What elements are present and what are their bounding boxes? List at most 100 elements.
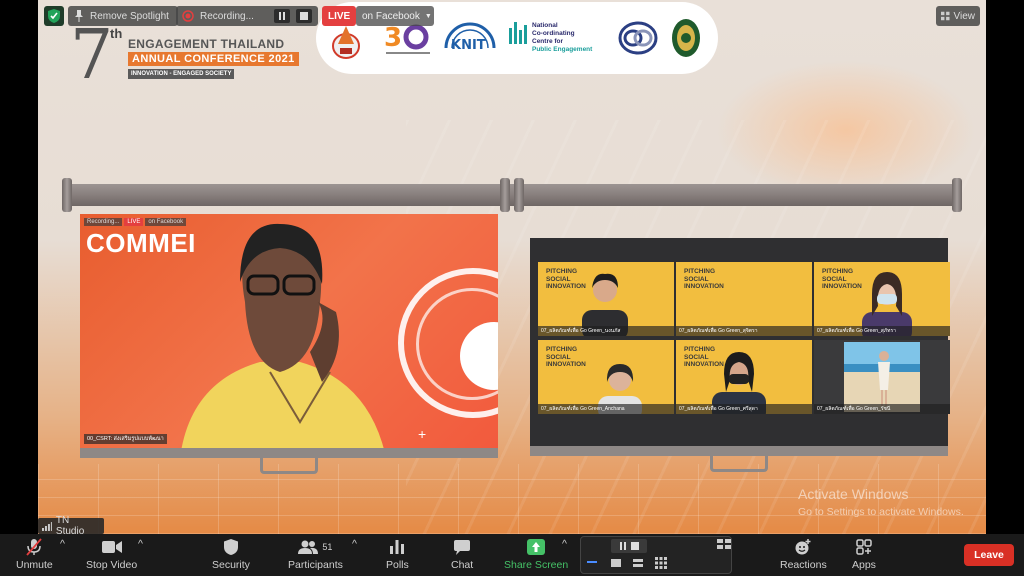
apps-icon xyxy=(856,539,872,555)
svg-text:3: 3 xyxy=(384,23,402,53)
rod-cap-right xyxy=(952,178,962,212)
live-badge: LIVE xyxy=(322,6,357,26)
ncc-text: National Co-ordinating Centre for Public… xyxy=(532,22,593,53)
apps-label: Apps xyxy=(852,559,876,571)
participants-count: 51 xyxy=(322,542,333,552)
gallery-tile: PITCHING SOCIAL INNOVATION 07_ผลิตภัณฑ์เพื… xyxy=(538,340,674,414)
participants-label: Participants xyxy=(288,559,343,571)
conference-line-3: INNOVATION - ENGAGED SOCIETY xyxy=(128,69,235,79)
recording-indicator: Recording... xyxy=(176,6,318,26)
gallery-tile: PITCHING SOCIAL INNOVATION 07_ผลิตภัณฑ์เพื… xyxy=(538,262,674,336)
microphone-muted-icon xyxy=(26,538,43,556)
conference-number-suffix: th xyxy=(110,26,123,41)
video-camera-icon xyxy=(101,541,122,553)
reactions-button[interactable]: Reactions xyxy=(780,538,827,571)
recording-dot-icon xyxy=(182,10,194,22)
shield-icon xyxy=(223,539,238,555)
participant-name: 07_ผลิตภัณฑ์เพื่อ Go Green_สุจิตรา xyxy=(676,326,812,336)
knit-logo: KNIT xyxy=(444,22,496,53)
apps-button[interactable]: Apps xyxy=(852,538,876,571)
grid-view-icon xyxy=(941,11,950,21)
participants-options-caret-icon[interactable]: ^ xyxy=(352,538,357,550)
gallery-layout-icon[interactable] xyxy=(717,539,731,549)
screen-hanging-rod xyxy=(66,184,958,206)
share-screen-button[interactable]: Share Screen xyxy=(504,538,568,571)
audio-options-caret-icon[interactable]: ^ xyxy=(60,538,65,550)
share-options-caret-icon[interactable]: ^ xyxy=(562,538,567,550)
facebook-live-dropdown[interactable]: on Facebook ▼ xyxy=(356,6,434,26)
ncc-bars-icon xyxy=(509,22,527,44)
participant-name: 07_ผลิตภัณฑ์เพื่อ Go Green_รัชนี xyxy=(814,404,950,414)
pin-icon xyxy=(75,10,83,22)
leave-button[interactable]: Leave xyxy=(964,544,1014,566)
participant-name: 07_ผลิตภัณฑ์เพื่อ Go Green_สุภัทรา xyxy=(814,326,950,336)
gallery-tile: PITCHING SOCIAL INNOVATION 07_ผลิตภัณฑ์เพื… xyxy=(676,262,812,336)
unmute-button[interactable]: Unmute xyxy=(16,538,53,571)
conference-line-1: ENGAGEMENT THAILAND xyxy=(128,37,285,51)
gallery-tile: 07_ผลิตภัณฑ์เพื่อ Go Green_รัชนี xyxy=(814,340,950,414)
conference-line-2: ANNUAL CONFERENCE 2021 xyxy=(128,52,299,66)
presenter-video xyxy=(181,223,384,448)
share-pause-stop-group[interactable] xyxy=(611,539,647,553)
screen-stand-left xyxy=(260,458,318,474)
decor-plus: + xyxy=(418,426,427,442)
security-label: Security xyxy=(212,559,250,571)
university-seal-logo xyxy=(332,26,360,59)
shared-screen-stage: 7 th ENGAGEMENT THAILAND ANNUAL CONFEREN… xyxy=(38,0,986,534)
polls-label: Polls xyxy=(386,559,409,571)
video-options-caret-icon[interactable]: ^ xyxy=(138,538,143,550)
stop-video-button[interactable]: Stop Video xyxy=(86,538,137,571)
meeting-toolbar: Unmute ^ Stop Video ^ Security 51 Partic… xyxy=(0,534,1024,576)
main-speaker-name: 00_CSRT: ส่งเสริมรูปแบบพัฒนา xyxy=(84,434,167,444)
pause-recording-button[interactable] xyxy=(274,9,290,23)
unmute-label: Unmute xyxy=(16,559,53,571)
pause-icon xyxy=(620,542,626,550)
self-view-name-tag: TN Studio xyxy=(38,515,104,537)
participants-button[interactable]: 51 Participants xyxy=(288,538,343,571)
polls-button[interactable]: Polls xyxy=(386,538,409,571)
smiley-plus-icon xyxy=(795,539,811,555)
view-button[interactable]: View xyxy=(936,6,980,26)
conference-number: 7 xyxy=(70,16,114,95)
reactions-label: Reactions xyxy=(780,559,827,571)
facebook-live-label: on Facebook xyxy=(362,10,420,22)
active-indicator-line xyxy=(587,561,597,563)
gallery-screen: PITCHING SOCIAL INNOVATION 07_ผลิตภัณฑ์เพื… xyxy=(530,238,950,456)
view-label: View xyxy=(953,10,976,22)
recording-label: Recording... xyxy=(200,10,254,22)
participant-name: 07_ผลิตภัณฑ์เพื่อ Go Green_Anchana xyxy=(538,404,674,414)
remove-spotlight-button[interactable]: Remove Spotlight xyxy=(68,6,178,26)
gallery-tile: PITCHING SOCIAL INNOVATION 07_ผลิตภัณฑ์เพื… xyxy=(814,262,950,336)
stop-video-label: Stop Video xyxy=(86,559,138,571)
green-emblem-logo xyxy=(672,19,700,57)
signal-bars-icon xyxy=(42,521,52,531)
tile-slide-text: PITCHING SOCIAL INNOVATION xyxy=(684,268,724,290)
ncc-public-engagement-logo: National Co-ordinating Centre for Public… xyxy=(508,20,612,56)
stop-icon xyxy=(631,542,639,550)
bar-chart-icon xyxy=(390,540,405,554)
stop-recording-button[interactable] xyxy=(296,9,312,23)
activate-windows-watermark: Activate Windows Go to Settings to activ… xyxy=(798,486,964,518)
side-by-side-icon[interactable] xyxy=(633,559,643,567)
rod-cap-middle-left xyxy=(500,178,510,212)
chat-button[interactable]: Chat xyxy=(451,538,473,571)
tile-slide-text: PITCHING SOCIAL INNOVATION xyxy=(546,346,586,368)
people-icon xyxy=(298,540,319,554)
gallery-tile: PITCHING SOCIAL INNOVATION 07_ผลิตภัณฑ์เพื… xyxy=(676,340,812,414)
chain-link-logo xyxy=(618,21,658,55)
security-shield-badge[interactable] xyxy=(44,6,64,26)
pause-icon xyxy=(279,12,285,20)
knit-logo-text: KNIT xyxy=(451,38,486,53)
grid-icon[interactable] xyxy=(655,557,667,569)
participant-beach-video xyxy=(844,342,920,412)
stop-icon xyxy=(300,12,308,20)
security-button[interactable]: Security xyxy=(212,538,250,571)
remove-spotlight-label: Remove Spotlight xyxy=(90,10,169,22)
chat-bubble-icon xyxy=(454,539,471,555)
rod-cap-left xyxy=(62,178,72,212)
speaker-layout-icon[interactable] xyxy=(611,559,621,567)
main-speaker-screen: + COMMEI Recording... LIVE on Facebook 0… xyxy=(80,214,498,458)
chevron-down-icon: ▼ xyxy=(424,12,432,20)
participant-name: 07_ผลิตภัณฑ์เพื่อ Go Green_ศรีสุดา xyxy=(676,404,812,414)
conference-brand: 7 th ENGAGEMENT THAILAND ANNUAL CONFEREN… xyxy=(58,16,299,95)
